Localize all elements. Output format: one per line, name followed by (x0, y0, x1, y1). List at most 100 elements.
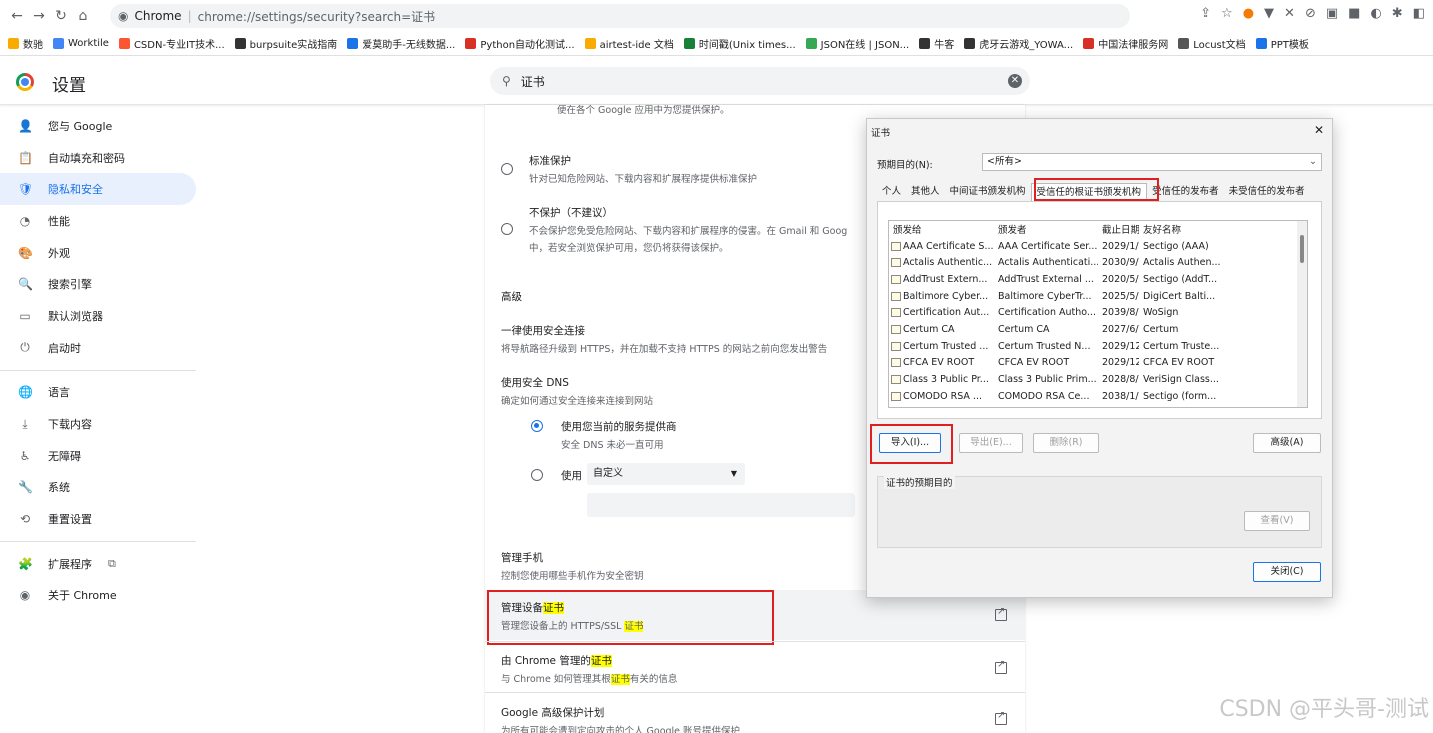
certificate-list[interactable]: 颁发给 颁发者 截止日期 友好名称 AAA Certificate S... AAA C… (888, 220, 1308, 408)
remove-button[interactable]: 删除(R) (1033, 433, 1099, 453)
extension-icon[interactable]: ■ (1348, 6, 1360, 21)
extension-icon[interactable]: ▣ (1326, 6, 1338, 21)
sidebar-item[interactable]: ▭ 默认浏览器 (0, 300, 196, 332)
chrome-certificates-desc-text: 与 Chrome 如何管理其根 (501, 674, 611, 685)
sidebar-item-label: 重置设置 (48, 513, 92, 527)
extension-icon[interactable]: ▼ (1264, 6, 1274, 21)
bookmark-item[interactable]: Worktile (53, 38, 109, 49)
column-header[interactable]: 截止日期 (1098, 222, 1139, 236)
certificate-row[interactable]: AddTrust Extern... AddTrust External ... 2… (889, 271, 1307, 288)
extension-icon[interactable]: ✕ (1284, 6, 1295, 21)
sidebar-item[interactable]: ♿ 无障碍 (0, 440, 196, 472)
sidebar-item[interactable]: 👤 您与 Google (0, 110, 196, 142)
bookmark-item[interactable]: Locust文档 (1178, 36, 1246, 51)
certificate-tab[interactable]: 个人 (877, 183, 906, 201)
sidebar-item[interactable]: ◔ 性能 (0, 205, 196, 237)
certificate-row[interactable]: AAA Certificate S... AAA Certificate Ser.… (889, 238, 1307, 255)
list-scrollbar[interactable] (1297, 221, 1307, 407)
bookmark-item[interactable]: PPT模板 (1255, 36, 1309, 51)
sidebar-item[interactable]: ⏻ 启动时 (0, 332, 196, 364)
sidebar-item[interactable]: 🛡 隐私和安全 (0, 173, 196, 206)
bookmark-favicon-icon (234, 38, 246, 49)
certificate-row[interactable]: Baltimore Cyber... Baltimore CyberTr... 20… (889, 288, 1307, 305)
certificate-cell-text: COMODO RSA ... (903, 390, 982, 402)
bookmark-item[interactable]: airtest-ide 文档 (584, 36, 674, 51)
sidepanel-icon[interactable]: ◧ (1413, 6, 1425, 21)
certificate-row[interactable]: Actalis Authentic... Actalis Authenticati… (889, 254, 1307, 271)
certificate-row[interactable]: Certum Trusted ... Certum Trusted N... 202… (889, 338, 1307, 355)
home-icon[interactable]: ⌂ (72, 8, 94, 24)
bookmark-item[interactable]: 爱莫助手-无线数据... (347, 36, 455, 51)
standard-protection-radio[interactable] (501, 163, 513, 175)
bookmark-item[interactable]: JSON在线 | JSON... (805, 36, 909, 51)
bookmark-item[interactable]: Python自动化测试... (465, 36, 575, 51)
bookmark-favicon-icon (584, 38, 596, 49)
certificate-row[interactable]: Certum CA Certum CA 2027/6/... Certum (889, 321, 1307, 338)
certificate-row[interactable]: Class 3 Public Pr... Class 3 Public Prim.… (889, 371, 1307, 388)
sidebar-item[interactable]: ⤓ 下载内容 (0, 408, 196, 440)
bookmark-star-icon[interactable]: ☆ (1221, 6, 1233, 21)
certificate-tab[interactable]: 其他人 (906, 183, 945, 201)
bookmark-item[interactable]: burpsuite实战指南 (234, 36, 337, 51)
bookmark-item[interactable]: CSDN-专业IT技术... (118, 36, 225, 51)
extension-icon[interactable]: ● (1243, 6, 1254, 21)
sidebar-item[interactable]: 📋 自动填充和密码 (0, 142, 196, 174)
bookmark-item[interactable]: 中国法律服务网 (1083, 36, 1168, 51)
clear-search-icon[interactable]: ✕ (1008, 74, 1022, 88)
bookmark-item[interactable]: 虎牙云游戏_YOWA... (964, 36, 1073, 51)
puzzle-icon[interactable]: ✱ (1392, 6, 1403, 21)
download-icon: ⤓ (22, 416, 28, 431)
close-button[interactable]: 关闭(C) (1253, 562, 1321, 582)
certificate-tab[interactable]: 中间证书颁发机构 (945, 183, 1031, 201)
sidebar-item[interactable]: ⟲ 重置设置 (0, 503, 196, 535)
dns-custom-input[interactable] (587, 493, 855, 517)
external-link-icon[interactable] (995, 659, 1007, 674)
bookmark-item[interactable]: 时间戳(Unix times... (683, 36, 796, 51)
export-button[interactable]: 导出(E)... (959, 433, 1023, 453)
certificate-tab[interactable]: 未受信任的发布者 (1224, 183, 1310, 201)
view-button[interactable]: 查看(V) (1244, 511, 1310, 531)
reload-icon[interactable]: ↻ (50, 8, 72, 24)
sidebar-item-label: 语言 (48, 386, 70, 400)
site-info-icon[interactable]: ◉ (118, 9, 128, 23)
external-link-icon[interactable] (995, 606, 1007, 621)
dns-custom-radio[interactable] (531, 469, 543, 481)
external-link-icon: ⧉ (108, 556, 116, 570)
dns-provider-select[interactable]: 自定义 ▼ (587, 463, 745, 485)
extension-icon[interactable]: ⊘ (1305, 6, 1316, 21)
sidebar-item[interactable]: 🧩 扩展程序 ⧉ (0, 548, 196, 580)
certificate-row[interactable]: COMODO RSA ... COMODO RSA Ce... 2038/1/...… (889, 388, 1307, 405)
purpose-select[interactable]: <所有> ⌄ (982, 153, 1322, 171)
scrollbar-thumb[interactable] (1300, 235, 1304, 263)
chrome-certificates-row[interactable]: 由 Chrome 管理的证书 与 Chrome 如何管理其根证书有关的信息 (485, 641, 1025, 691)
back-icon[interactable]: ← (6, 8, 28, 24)
settings-search-input[interactable]: ⚲ 证书 ✕ (490, 67, 1030, 95)
certificate-row[interactable]: CFCA EV ROOT CFCA EV ROOT 2029/12... CFCA E… (889, 355, 1307, 372)
address-bar[interactable]: ◉ Chrome | chrome://settings/security?se… (110, 4, 1130, 28)
close-icon[interactable]: ✕ (1314, 123, 1324, 137)
bookmark-item[interactable]: 牛客 (919, 36, 954, 51)
certificate-icon (891, 391, 901, 401)
sidebar-item[interactable]: 🎨 外观 (0, 237, 196, 269)
share-icon[interactable]: ⇪ (1200, 6, 1211, 21)
bookmark-item[interactable]: 数驰 (8, 36, 43, 51)
column-header[interactable]: 颁发者 (994, 222, 1098, 236)
sidebar-item[interactable]: ◉ 关于 Chrome (0, 580, 196, 612)
certificate-row[interactable]: Certification Aut... Certification Autho.… (889, 304, 1307, 321)
sidebar-item[interactable]: 🔍 搜索引擎 (0, 268, 196, 300)
no-protection-radio[interactable] (501, 223, 513, 235)
external-link-icon[interactable] (995, 710, 1007, 725)
advanced-button[interactable]: 高级(A) (1253, 433, 1321, 453)
certificate-cell: Baltimore CyberTr... (998, 290, 1092, 302)
certificate-cell-text: Certum CA (903, 323, 955, 335)
sidebar-item[interactable]: 🌐 语言 (0, 377, 196, 409)
certificate-cell-text: Baltimore Cyber... (903, 290, 989, 302)
advanced-protection-row[interactable]: Google 高级保护计划 为所有可能会遭到定向攻击的个人 Google 账号提… (485, 692, 1025, 733)
forward-icon[interactable]: → (28, 8, 50, 24)
column-header[interactable]: 友好名称 (1139, 222, 1229, 236)
extension-icon[interactable]: ◐ (1370, 6, 1381, 21)
sidebar-item[interactable]: 🔧 系统 (0, 472, 196, 504)
column-header[interactable]: 颁发给 (889, 222, 994, 236)
dns-current-provider-radio[interactable] (531, 420, 543, 432)
bookmark-favicon-icon (465, 38, 477, 49)
